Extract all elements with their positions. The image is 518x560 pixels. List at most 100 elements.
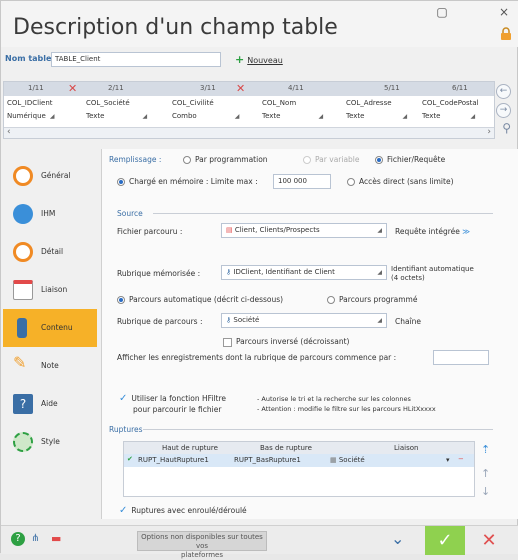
delete-column-icon[interactable]: ✕ (236, 82, 245, 95)
fichier-parcouru-select[interactable]: ▤ Client, Clients/Prospects ◢ (221, 223, 387, 238)
options-note: Options non disponibles sur toutes vos p… (137, 531, 267, 559)
rupt-haut-cell[interactable]: RUPT_HautRupture1 (138, 456, 209, 464)
scroll-left-icon[interactable]: ‹ (7, 127, 11, 137)
parcours-programme-radio[interactable]: Parcours programmé (327, 295, 417, 304)
column-type[interactable]: Texte ◢ (86, 112, 147, 120)
nav-label: Aide (41, 399, 58, 408)
limite-max-input[interactable]: 100 000 (273, 174, 331, 189)
rubrique-memorisee-select[interactable]: ⚷ IDClient, Identifiant de Client ◢ (221, 265, 387, 280)
column-name[interactable]: COL_CodePostal (422, 99, 479, 107)
checkbox-icon (223, 337, 232, 347)
column-name[interactable]: COL_Société (86, 99, 130, 107)
charge-memoire-radio[interactable]: Chargé en mémoire : Limite max : (117, 177, 258, 186)
ok-button[interactable]: ✓ (425, 526, 465, 555)
nav-item-contenu[interactable]: Contenu (3, 309, 97, 347)
nav-label: Style (41, 437, 60, 446)
liaison-icon (13, 280, 33, 300)
nav-item-general[interactable]: Général (3, 157, 97, 195)
help-icon[interactable]: ? (11, 532, 25, 546)
search-icon[interactable]: ⚲ (502, 121, 511, 135)
options-line2: plateformes (180, 551, 223, 559)
ruptures-enroule-checkbox[interactable]: ✓ Ruptures avec enroulé/déroulé (119, 505, 247, 516)
lock-icon[interactable] (499, 27, 513, 41)
check-icon: ✓ (119, 505, 128, 516)
delete-column-icon[interactable]: ✕ (68, 82, 77, 95)
nav-item-style[interactable]: Style (3, 423, 97, 461)
nav-item-liaison[interactable]: Liaison (3, 271, 97, 309)
new-button-label: Nouveau (247, 56, 283, 65)
column-type[interactable]: Texte ◢ (262, 112, 323, 120)
radio-icon (303, 156, 311, 164)
column-name[interactable]: COL_Civilité (172, 99, 214, 107)
column-name[interactable]: COL_IDClient (7, 99, 53, 107)
columns-grid: 1/11 ✕ 2/11 3/11 ✕ 4/11 5/11 6/11 COL_ID… (3, 81, 495, 139)
fichier-requete-radio[interactable]: Fichier/Requête (375, 155, 445, 164)
hfiltre-note1: - Autorise le tri et la recherche sur le… (257, 395, 411, 403)
flag-icon[interactable]: ▬ (51, 532, 61, 545)
parcours-auto-radio[interactable]: Parcours automatique (décrit ci-dessous) (117, 295, 283, 304)
ihm-icon (13, 204, 33, 224)
nav-item-aide[interactable]: ? Aide (3, 385, 97, 423)
file-icon: ▤ (226, 226, 233, 234)
detail-icon (13, 242, 33, 262)
columns-scrollbar[interactable]: ‹ › (4, 127, 494, 138)
column-type[interactable]: Combo ◢ (172, 112, 239, 120)
identifiant-octets-text: (4 octets) (391, 274, 425, 282)
previous-column-icon[interactable]: ← (496, 84, 511, 99)
close-icon: ✕ (481, 530, 497, 551)
commence-par-input[interactable] (433, 350, 489, 365)
afficher-label: Afficher les enregistrements dont la rub… (117, 353, 397, 362)
nav-label: IHM (41, 209, 56, 218)
cancel-button[interactable]: ✕ (469, 526, 509, 555)
radio-icon (327, 296, 335, 304)
pencil-icon: ✎ (13, 353, 27, 372)
rupt-liaison-cell[interactable]: ▦ Société (330, 456, 365, 464)
nav-item-ihm[interactable]: IHM (3, 195, 97, 233)
maximize-button[interactable]: ▢ (433, 5, 451, 19)
radio-icon (183, 156, 191, 164)
nav-label: Note (41, 361, 59, 370)
hfiltre-checkbox[interactable]: ✓ Utiliser la fonction HFiltre (119, 393, 226, 404)
column-type[interactable]: Texte ◢ (346, 112, 407, 120)
next-column-icon[interactable]: → (496, 103, 511, 118)
ruptures-label: Ruptures (109, 425, 143, 434)
acces-direct-radio[interactable]: Accès direct (sans limite) (347, 177, 454, 186)
column-type[interactable]: Texte ◢ (422, 112, 475, 120)
table-name-input[interactable]: TABLE_Client (51, 52, 221, 67)
scroll-right-icon[interactable]: › (487, 127, 491, 137)
dialog-window: Description d'un champ table ▢ × Nom tab… (0, 0, 518, 559)
radio-icon (347, 178, 355, 186)
rupt-bas-cell[interactable]: RUPT_BasRupture1 (234, 456, 301, 464)
check-icon: ✓ (119, 393, 128, 404)
nav-label: Contenu (41, 323, 73, 332)
column-name[interactable]: COL_Adresse (346, 99, 392, 107)
table-row[interactable]: ✔ RUPT_HautRupture1 RUPT_BasRupture1 ▦ S… (124, 454, 474, 467)
key-icon: ⚷ (226, 316, 232, 324)
options-line1: Options non disponibles sur toutes vos (141, 533, 263, 550)
source-label: Source (117, 209, 143, 218)
ruptures-table: Haut de rupture Bas de rupture Liaison ✔… (123, 441, 475, 497)
move-up-icon[interactable]: ↑ (481, 467, 490, 480)
chevron-down-icon[interactable]: ⌄ (391, 529, 404, 548)
rupt-dropdown-icon[interactable]: ▾ (446, 456, 450, 464)
sidebar-nav: Général IHM Détail Liaison Contenu ✎ Not… (1, 149, 99, 519)
radio-icon (117, 178, 125, 186)
par-variable-radio[interactable]: Par variable (303, 155, 360, 164)
move-down-icon[interactable]: ↓ (481, 485, 490, 498)
add-rupture-icon[interactable]: ⇡ (481, 443, 490, 456)
column-number: 1/11 (28, 84, 44, 92)
fichier-parcouru-label: Fichier parcouru : (117, 227, 183, 236)
rubrique-parcours-select[interactable]: ⚷ Société ◢ (221, 313, 387, 328)
nav-item-note[interactable]: ✎ Note (3, 347, 97, 385)
par-programmation-radio[interactable]: Par programmation (183, 155, 268, 164)
column-type[interactable]: Numérique ◢ (7, 112, 54, 120)
parcours-inverse-checkbox[interactable]: Parcours inversé (décroissant) (223, 337, 349, 347)
column-name[interactable]: COL_Nom (262, 99, 296, 107)
delete-icon[interactable]: − (458, 455, 464, 463)
requete-integree-button[interactable]: Requête intégrée ≫ (395, 227, 470, 236)
column-number: 5/11 (384, 84, 400, 92)
nav-item-detail[interactable]: Détail (3, 233, 97, 271)
link-icon[interactable]: ⋔ (31, 533, 39, 544)
new-button[interactable]: + Nouveau (235, 53, 283, 66)
close-button[interactable]: × (495, 5, 513, 19)
